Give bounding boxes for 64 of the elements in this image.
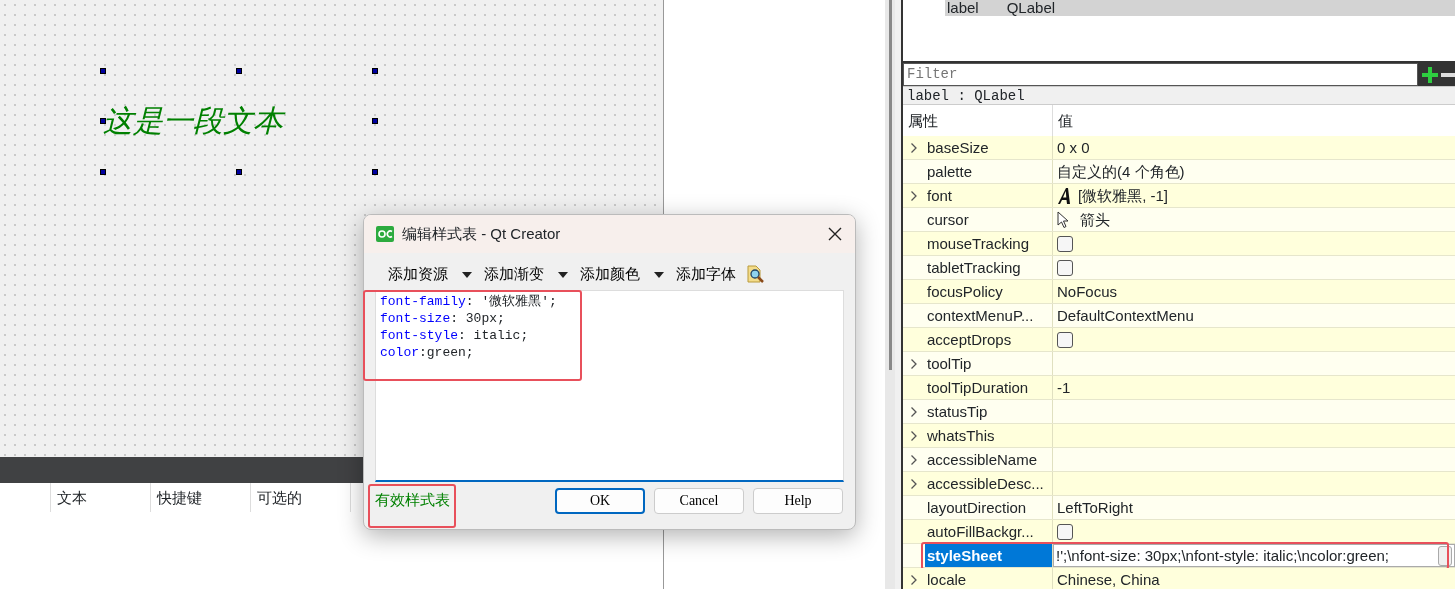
- resize-handle[interactable]: [236, 68, 242, 74]
- caret-icon: [654, 272, 664, 279]
- property-name[interactable]: styleSheet: [925, 544, 1053, 567]
- property-value: 0 x 0: [1057, 138, 1090, 158]
- property-value: DefaultContextMenu: [1057, 306, 1194, 326]
- scrollbar[interactable]: [885, 0, 895, 589]
- column-header[interactable]: 值: [1053, 105, 1073, 136]
- property-name[interactable]: cursor: [925, 208, 1053, 231]
- code-line: font-size: 30px;: [380, 309, 506, 327]
- property-name[interactable]: layoutDirection: [925, 496, 1053, 519]
- property-value: -1: [1057, 378, 1071, 398]
- object-title: label : QLabel: [903, 87, 1455, 105]
- filter-field[interactable]: Filter: [903, 63, 1418, 86]
- close-button[interactable]: [827, 226, 843, 242]
- property-name[interactable]: toolTipDuration: [925, 376, 1053, 399]
- toolbar-button[interactable]: 添加渐变: [482, 263, 570, 286]
- caret-icon: [558, 272, 568, 279]
- add-icon[interactable]: [1421, 65, 1439, 84]
- cursor-arrow-icon: [1057, 210, 1069, 229]
- resize-handle[interactable]: [372, 169, 378, 175]
- resize-handle[interactable]: [100, 169, 106, 175]
- column-header[interactable]: 可选的: [251, 483, 351, 512]
- status-text: 有效样式表: [375, 490, 451, 511]
- checkbox[interactable]: [1057, 523, 1073, 540]
- property-name[interactable]: locale: [925, 568, 1053, 589]
- panel-splitter[interactable]: [895, 0, 903, 589]
- property-value: Chinese, China: [1057, 570, 1160, 589]
- property-value: 箭头: [1080, 210, 1110, 230]
- resize-handle[interactable]: [100, 68, 106, 74]
- property-value: 自定义的(4 个角色): [1057, 162, 1185, 182]
- checkbox[interactable]: [1057, 235, 1073, 252]
- property-name[interactable]: focusPolicy: [925, 280, 1053, 303]
- toolbar-button[interactable]: 添加资源: [386, 263, 474, 286]
- caret-icon: [462, 272, 472, 279]
- app-logo-icon: [376, 226, 394, 242]
- checkbox[interactable]: [1057, 331, 1073, 348]
- resize-handle[interactable]: [372, 68, 378, 74]
- tree-row[interactable]: label QLabel: [945, 0, 1455, 16]
- property-value: LeftToRight: [1057, 498, 1133, 518]
- toolbar-button[interactable]: 添加颜色: [578, 263, 666, 286]
- dialog-button[interactable]: Cancel: [654, 487, 744, 514]
- property-name[interactable]: font: [925, 184, 1053, 207]
- property-name[interactable]: baseSize: [925, 136, 1053, 159]
- class-name: QLabel: [1006, 0, 1056, 16]
- property-value: [微软雅黑, -1]: [1078, 186, 1168, 206]
- dialog-button[interactable]: OK: [555, 487, 645, 514]
- dialog-button[interactable]: Help: [753, 487, 843, 514]
- column-header[interactable]: 文本: [51, 483, 151, 512]
- column-header[interactable]: 快捷键: [151, 483, 251, 512]
- property-name[interactable]: contextMenuP...: [925, 304, 1053, 327]
- object-name: label: [947, 0, 979, 16]
- find-icon[interactable]: [746, 265, 764, 284]
- resize-handle[interactable]: [372, 118, 378, 124]
- property-name[interactable]: palette: [925, 160, 1053, 183]
- resize-handle[interactable]: [236, 169, 242, 175]
- code-line: font-family: '微软雅黑';: [380, 292, 558, 310]
- code-editor[interactable]: font-family: '微软雅黑'; font-size: 30px; font-style: italic; color:green;: [375, 289, 844, 482]
- font-icon: [1057, 186, 1073, 205]
- checkbox[interactable]: [1057, 259, 1073, 276]
- toolbar-button[interactable]: 添加字体: [674, 263, 738, 286]
- code-line: color:green;: [380, 343, 475, 361]
- window-title: 编辑样式表 - Qt Creator: [402, 223, 562, 244]
- code-line: font-style: italic;: [380, 326, 530, 344]
- property-value: NoFocus: [1057, 282, 1118, 302]
